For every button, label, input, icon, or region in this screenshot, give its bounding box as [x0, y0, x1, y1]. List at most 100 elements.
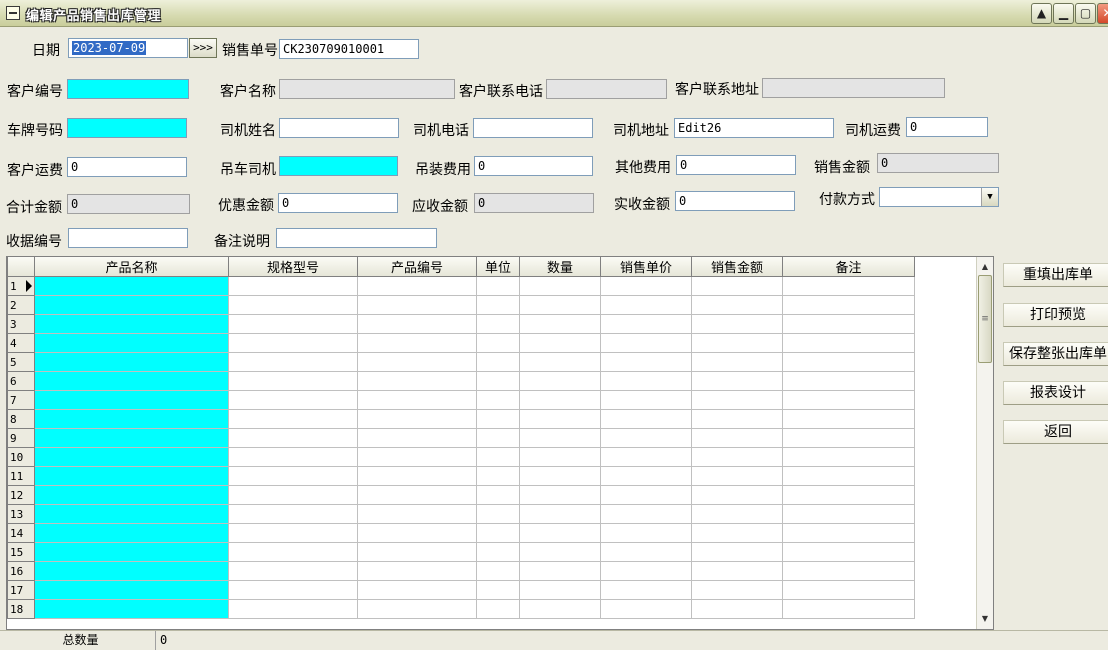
grid-cell[interactable] — [228, 371, 358, 391]
grid-cell[interactable] — [691, 542, 783, 562]
grid-cell[interactable] — [357, 466, 477, 486]
receipt-no-field[interactable] — [68, 228, 188, 248]
grid-cell[interactable] — [519, 428, 601, 448]
plate-field[interactable] — [67, 118, 187, 138]
grid-cell[interactable] — [476, 371, 520, 391]
customer-address-field[interactable] — [762, 78, 945, 98]
row-indicator[interactable]: 10 — [7, 447, 35, 467]
total-amount-field[interactable]: 0 — [67, 194, 190, 214]
grid-cell[interactable] — [357, 390, 477, 410]
crane-driver-field[interactable] — [279, 156, 398, 176]
grid-cell[interactable] — [691, 447, 783, 467]
customer-name-field[interactable] — [279, 79, 455, 99]
table-row[interactable]: 8 — [7, 409, 915, 429]
grid-cell[interactable] — [782, 485, 915, 505]
grid-cell[interactable] — [519, 561, 601, 581]
row-indicator[interactable]: 9 — [7, 428, 35, 448]
column-header[interactable]: 产品编号 — [357, 257, 477, 277]
order-no-field[interactable]: CK230709010001 — [279, 39, 419, 59]
grid-cell[interactable] — [600, 371, 692, 391]
table-row[interactable]: 4 — [7, 333, 915, 353]
grid-cell[interactable] — [519, 447, 601, 467]
scroll-thumb[interactable]: ≡ — [978, 275, 992, 363]
grid-cell[interactable] — [600, 276, 692, 296]
grid-cell[interactable] — [600, 295, 692, 315]
table-row[interactable]: 17 — [7, 580, 915, 600]
grid-cell[interactable] — [600, 561, 692, 581]
receivable-field[interactable]: 0 — [474, 193, 594, 213]
grid-cell[interactable] — [600, 409, 692, 429]
grid-cell[interactable] — [476, 466, 520, 486]
grid-cell[interactable] — [34, 276, 229, 296]
table-row[interactable]: 11 — [7, 466, 915, 486]
close-button[interactable]: ✕ — [1097, 3, 1108, 24]
grid-cell[interactable] — [691, 466, 783, 486]
grid-cell[interactable] — [519, 504, 601, 524]
grid-cell[interactable] — [782, 390, 915, 410]
row-indicator[interactable]: 17 — [7, 580, 35, 600]
scroll-up-icon[interactable]: ▲ — [977, 259, 993, 275]
grid-cell[interactable] — [782, 295, 915, 315]
grid-cell[interactable] — [782, 314, 915, 334]
grid-cell[interactable] — [228, 580, 358, 600]
grid-cell[interactable] — [476, 447, 520, 467]
grid-cell[interactable] — [357, 371, 477, 391]
grid-cell[interactable] — [691, 599, 783, 619]
grid-cell[interactable] — [357, 409, 477, 429]
row-indicator[interactable]: 18 — [7, 599, 35, 619]
column-header[interactable]: 规格型号 — [228, 257, 358, 277]
table-row[interactable]: 12 — [7, 485, 915, 505]
table-row[interactable]: 13 — [7, 504, 915, 524]
grid-cell[interactable] — [691, 485, 783, 505]
table-row[interactable]: 14 — [7, 523, 915, 543]
grid-cell[interactable] — [228, 561, 358, 581]
report-design-button[interactable]: 报表设计 — [1003, 381, 1108, 405]
grid-cell[interactable] — [691, 371, 783, 391]
date-picker-button[interactable]: >>> — [189, 38, 217, 58]
row-indicator[interactable]: 6 — [7, 371, 35, 391]
grid-cell[interactable] — [519, 542, 601, 562]
grid-cell[interactable] — [782, 580, 915, 600]
grid-cell[interactable] — [782, 352, 915, 372]
grid-cell[interactable] — [691, 428, 783, 448]
driver-address-field[interactable]: Edit26 — [674, 118, 834, 138]
grid-cell[interactable] — [34, 409, 229, 429]
row-indicator[interactable]: 15 — [7, 542, 35, 562]
row-indicator[interactable]: 5 — [7, 352, 35, 372]
grid-cell[interactable] — [782, 504, 915, 524]
grid-cell[interactable] — [357, 523, 477, 543]
grid-cell[interactable] — [228, 409, 358, 429]
driver-phone-field[interactable] — [473, 118, 593, 138]
grid-cell[interactable] — [782, 447, 915, 467]
row-indicator[interactable]: 14 — [7, 523, 35, 543]
grid-cell[interactable] — [519, 485, 601, 505]
grid-cell[interactable] — [600, 352, 692, 372]
grid-cell[interactable] — [519, 390, 601, 410]
grid-cell[interactable] — [782, 276, 915, 296]
grid-cell[interactable] — [476, 542, 520, 562]
grid-cell[interactable] — [519, 580, 601, 600]
table-row[interactable]: 3 — [7, 314, 915, 334]
grid-cell[interactable] — [691, 352, 783, 372]
grid-cell[interactable] — [34, 295, 229, 315]
grid-cell[interactable] — [228, 295, 358, 315]
grid-cell[interactable] — [357, 580, 477, 600]
column-header[interactable]: 备注 — [782, 257, 915, 277]
row-indicator[interactable]: 3 — [7, 314, 35, 334]
grid-cell[interactable] — [600, 523, 692, 543]
other-fee-field[interactable]: 0 — [676, 155, 796, 175]
grid-cell[interactable] — [228, 276, 358, 296]
date-field[interactable]: 2023-07-09 — [68, 38, 188, 58]
grid-cell[interactable] — [600, 485, 692, 505]
grid-cell[interactable] — [34, 561, 229, 581]
grid-cell[interactable] — [228, 599, 358, 619]
grid-cell[interactable] — [600, 428, 692, 448]
customer-freight-field[interactable]: 0 — [67, 157, 187, 177]
restore-up-button[interactable]: ▲ — [1031, 3, 1052, 24]
grid-cell[interactable] — [34, 352, 229, 372]
grid-cell[interactable] — [600, 390, 692, 410]
row-indicator[interactable]: 1 — [7, 276, 35, 296]
grid-cell[interactable] — [34, 428, 229, 448]
grid-cell[interactable] — [691, 390, 783, 410]
grid-cell[interactable] — [476, 428, 520, 448]
